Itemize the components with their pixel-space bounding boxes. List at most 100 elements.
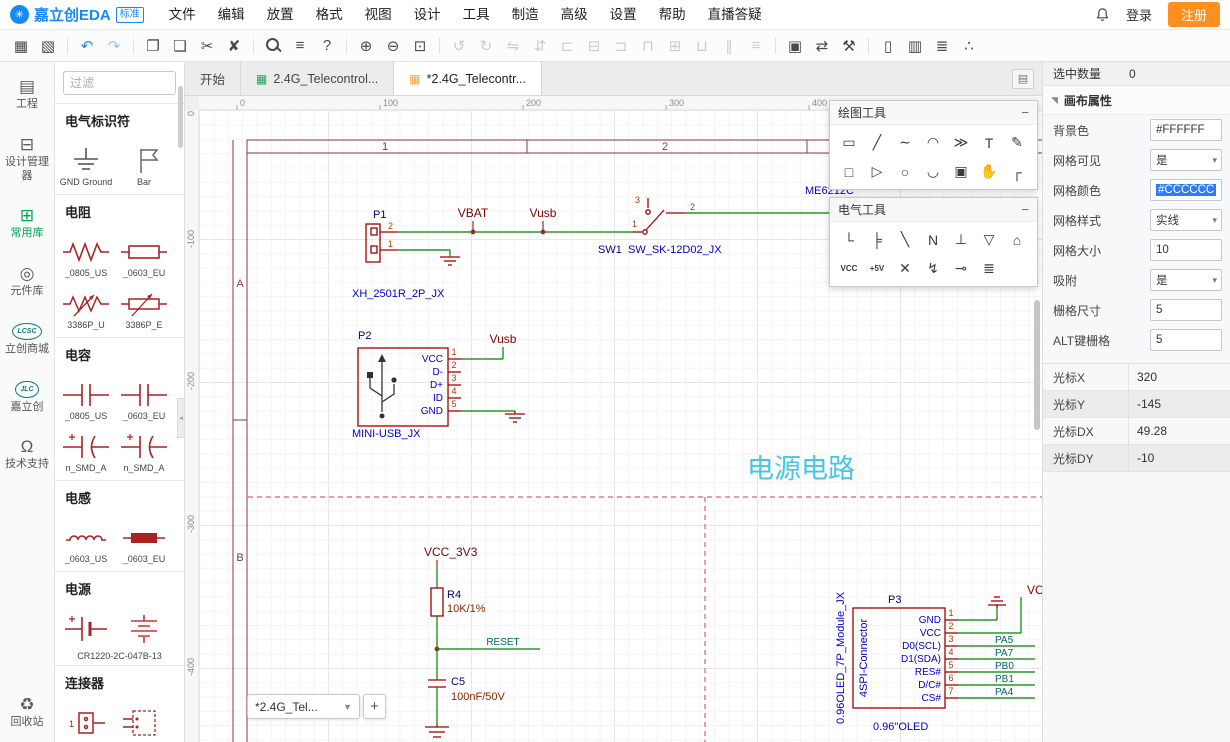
document-icon[interactable]: ▯ bbox=[875, 34, 901, 58]
zoom-out-icon[interactable]: ⊖ bbox=[380, 34, 406, 58]
arrow-tool[interactable]: ≫ bbox=[947, 128, 975, 157]
library-item[interactable]: _0805_US bbox=[57, 230, 115, 282]
sidebar-item-tech-support[interactable]: Ω 技术支持 bbox=[0, 438, 54, 472]
wire-p2-gnd[interactable] bbox=[461, 411, 525, 422]
library-item[interactable]: _0603_US bbox=[57, 516, 115, 568]
zoom-window-icon[interactable]: ⊡ bbox=[407, 34, 433, 58]
sidebar-item-design-manager[interactable]: ⊟ 设计管理器 bbox=[0, 136, 54, 184]
net-label-tool[interactable]: N bbox=[919, 225, 947, 254]
snapshot-icon[interactable]: ▧ bbox=[35, 34, 61, 58]
wires-p3[interactable]: VCC PA5 PA7 PB0 PB1 PA4 bbox=[958, 583, 1042, 698]
pen-tool[interactable]: ✎ bbox=[1003, 128, 1031, 157]
zoom-in-icon[interactable]: ⊕ bbox=[353, 34, 379, 58]
align-right-icon[interactable]: ⊐ bbox=[608, 34, 634, 58]
sidebar-item-lcsc-mall[interactable]: LCSC 立创商城 bbox=[0, 323, 54, 357]
library-filter-input[interactable] bbox=[63, 71, 176, 95]
cross-probe-icon[interactable]: ⚒ bbox=[836, 34, 862, 58]
bus-tool[interactable]: ╞ bbox=[863, 225, 891, 254]
library-item[interactable]: Bar bbox=[115, 139, 173, 191]
library-scrollbar[interactable] bbox=[178, 86, 183, 148]
electrical-tools-titlebar[interactable]: 电气工具 − bbox=[830, 198, 1037, 222]
cut-icon[interactable]: ✂ bbox=[194, 34, 220, 58]
library-item[interactable]: 3386P_U bbox=[57, 282, 115, 334]
sidebar-item-common-library[interactable]: ⊞ 常用库 bbox=[0, 207, 54, 241]
menu-tools[interactable]: 工具 bbox=[452, 0, 501, 30]
flip-horizontal-icon[interactable]: ⇋ bbox=[500, 34, 526, 58]
wire-tool[interactable]: └ bbox=[835, 225, 863, 254]
menu-help[interactable]: 帮助 bbox=[648, 0, 697, 30]
library-item[interactable]: GND Ground bbox=[57, 139, 115, 191]
menu-view[interactable]: 视图 bbox=[354, 0, 403, 30]
library-item[interactable]: _0603_EU bbox=[115, 373, 173, 425]
help-cursor-icon[interactable]: ? bbox=[314, 34, 340, 58]
rotate-left-icon[interactable]: ↺ bbox=[446, 34, 472, 58]
library-item[interactable]: _0603_EU bbox=[115, 230, 173, 282]
canvas-vertical-scrollbar[interactable] bbox=[1034, 300, 1040, 430]
rotate-right-icon[interactable]: ↻ bbox=[473, 34, 499, 58]
rect-tool[interactable]: ▭ bbox=[835, 128, 863, 157]
tab-list-button[interactable]: ▤ bbox=[1012, 69, 1034, 89]
image-export-icon[interactable]: ▣ bbox=[782, 34, 808, 58]
distribute-horizontal-icon[interactable]: ∥ bbox=[716, 34, 742, 58]
menu-place[interactable]: 放置 bbox=[256, 0, 305, 30]
grid-pitch-input[interactable]: 5 bbox=[1150, 299, 1222, 321]
alt-grid-input[interactable]: 5 bbox=[1150, 329, 1222, 351]
tab-start[interactable]: 开始 bbox=[185, 62, 241, 95]
menu-design[interactable]: 设计 bbox=[403, 0, 452, 30]
login-link[interactable]: 登录 bbox=[1126, 5, 1152, 24]
library-item[interactable] bbox=[57, 607, 115, 648]
grid-size-input[interactable]: 10 bbox=[1150, 239, 1222, 261]
dimension-tool[interactable]: ┌ bbox=[1003, 157, 1031, 186]
library-collapse-handle[interactable]: ◂ bbox=[177, 398, 184, 438]
align-center-horizontal-icon[interactable]: ⊟ bbox=[581, 34, 607, 58]
align-bottom-icon[interactable]: ⊔ bbox=[689, 34, 715, 58]
wire-p2-vusb[interactable]: Vusb bbox=[461, 332, 517, 359]
library-item[interactable]: 1 bbox=[57, 701, 115, 742]
library-item[interactable] bbox=[115, 607, 173, 648]
menu-format[interactable]: 格式 bbox=[305, 0, 354, 30]
block-title-power-circuit[interactable]: 电源电路 bbox=[747, 454, 855, 484]
component-c5[interactable]: C5 100nF/50V bbox=[428, 649, 505, 725]
library-section-inductors[interactable]: 电感 bbox=[55, 480, 184, 513]
library-section-capacitors[interactable]: 电容 bbox=[55, 337, 184, 370]
polyline-tool[interactable]: ╱ bbox=[863, 128, 891, 157]
sidebar-item-recycle-bin[interactable]: ♻ 回收站 bbox=[0, 696, 54, 730]
grid-visible-select[interactable]: 是 bbox=[1150, 149, 1222, 171]
no-connect-tool[interactable]: ✕ bbox=[891, 254, 919, 283]
library-item[interactable]: n_SMD_A bbox=[57, 425, 115, 477]
library-item[interactable]: _0805_US bbox=[57, 373, 115, 425]
component-r4[interactable]: R4 10K/1% bbox=[431, 566, 486, 649]
flip-vertical-icon[interactable]: ⇵ bbox=[527, 34, 553, 58]
menu-settings[interactable]: 设置 bbox=[599, 0, 648, 30]
background-color-input[interactable]: #FFFFFF bbox=[1150, 119, 1222, 141]
library-item[interactable] bbox=[115, 701, 173, 742]
grid-style-select[interactable]: 实线 bbox=[1150, 209, 1222, 231]
share-icon[interactable]: ∴ bbox=[956, 34, 982, 58]
square-tool[interactable]: □ bbox=[835, 157, 863, 186]
image-tool[interactable]: ▣ bbox=[947, 157, 975, 186]
net-flag-vcc3v3[interactable]: VCC_3V3 bbox=[424, 545, 478, 566]
voltage-probe-tool[interactable]: ↯ bbox=[919, 254, 947, 283]
pin-tool[interactable]: ⊸ bbox=[947, 254, 975, 283]
library-section-power[interactable]: 电源 bbox=[55, 571, 184, 604]
align-top-icon[interactable]: ⊓ bbox=[635, 34, 661, 58]
sidebar-item-jlc[interactable]: JLC 嘉立创 bbox=[0, 381, 54, 415]
component-p1[interactable]: P1 2 1 XH_2501R_2P_JX bbox=[352, 209, 445, 300]
text-tool[interactable]: T bbox=[975, 128, 1003, 157]
notification-bell-icon[interactable] bbox=[1095, 7, 1110, 23]
menu-live-qa[interactable]: 直播答疑 bbox=[697, 0, 773, 30]
app-logo[interactable]: ✳ 嘉立创EDA 标准 bbox=[10, 4, 144, 25]
library-item[interactable]: 3386P_E bbox=[115, 282, 173, 334]
align-left-icon[interactable]: ⊏ bbox=[554, 34, 580, 58]
minimize-icon[interactable]: − bbox=[1021, 106, 1029, 119]
chevron-down-icon[interactable]: ▼ bbox=[343, 702, 352, 712]
search-icon[interactable] bbox=[260, 34, 286, 58]
menu-advanced[interactable]: 高级 bbox=[550, 0, 599, 30]
library-item[interactable]: _0603_EU bbox=[115, 516, 173, 568]
sidebar-item-component-library[interactable]: ◎ 元件库 bbox=[0, 265, 54, 299]
arc-tool[interactable]: ◠ bbox=[919, 128, 947, 157]
library-section-electrical-identifiers[interactable]: 电气标识符 bbox=[55, 103, 184, 136]
ground-symbol-p1[interactable] bbox=[440, 257, 460, 265]
minimize-icon[interactable]: − bbox=[1021, 203, 1029, 216]
polygon-tool[interactable]: ▷ bbox=[863, 157, 891, 186]
